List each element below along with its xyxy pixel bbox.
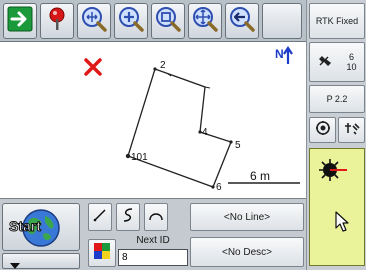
pointer-cursor-icon <box>334 211 350 238</box>
zoom-extents-button[interactable] <box>77 3 111 39</box>
survey-app-window: RTK Fixed 6 10 P 2.2 N 2 4 5 6 101 6 m S… <box>0 0 366 270</box>
line-select-button[interactable]: <No Line> <box>190 203 304 231</box>
line-tool-button[interactable] <box>88 203 112 231</box>
survey-polygon <box>127 68 232 188</box>
description-select-label: <No Desc> <box>221 246 273 258</box>
antenna-button[interactable] <box>338 117 365 143</box>
start-menu-dropdown[interactable] <box>2 253 80 269</box>
top-toolbar <box>0 0 306 42</box>
next-id-field[interactable]: 8 <box>118 249 188 266</box>
point-label-2: 2 <box>160 60 166 71</box>
status-panel: RTK Fixed 6 10 P 2.2 <box>306 0 366 270</box>
level-bubble-icon <box>318 157 348 188</box>
arc-icon <box>148 208 164 227</box>
toolbar-spacer <box>262 3 302 39</box>
point-label-5: 5 <box>235 140 241 151</box>
point-label-6: 6 <box>216 182 222 193</box>
pdop-label: P 2.2 <box>326 94 348 104</box>
satellites-visible: 10 <box>346 62 357 72</box>
pan-icon <box>191 5 219 38</box>
spline-icon <box>121 207 135 228</box>
point-label-101: 101 <box>131 152 148 163</box>
color-code-icon <box>92 241 112 266</box>
north-arrow <box>283 46 293 64</box>
feature-code-button[interactable] <box>88 239 116 267</box>
north-label: N <box>275 47 284 61</box>
pan-button[interactable] <box>188 3 222 39</box>
satellites-button[interactable]: 6 10 <box>309 42 365 82</box>
map-view[interactable]: N 2 4 5 6 101 6 m <box>0 42 306 198</box>
point-label-4: 4 <box>202 127 208 138</box>
globe-settings-button[interactable] <box>309 117 336 143</box>
start-button[interactable]: Start <box>2 203 80 251</box>
next-id-label: Next ID <box>136 235 170 246</box>
zoom-in-icon <box>117 5 145 38</box>
line-select-label: <No Line> <box>223 211 271 223</box>
point-2[interactable] <box>153 67 157 71</box>
previous-view-button[interactable] <box>225 3 259 39</box>
satellite-icon <box>317 54 332 70</box>
point-101[interactable] <box>125 153 131 159</box>
point-5[interactable] <box>229 140 233 144</box>
map-canvas: N 2 4 5 6 101 6 m <box>84 46 300 193</box>
scale-label: 6 m <box>250 169 270 183</box>
spline-tool-button[interactable] <box>116 203 140 231</box>
exit-button[interactable] <box>3 3 37 39</box>
gear-globe-icon <box>315 120 331 141</box>
line-icon <box>93 208 107 227</box>
flag-point-button[interactable] <box>40 3 74 39</box>
description-select-button[interactable]: <No Desc> <box>190 237 304 267</box>
bottom-bar: Start <No Line> Next ID 8 <No Desc> <box>0 198 306 270</box>
zoom-window-button[interactable] <box>151 3 185 39</box>
zoom-window-icon <box>154 5 182 38</box>
zoom-in-button[interactable] <box>114 3 148 39</box>
start-label: Start <box>9 218 42 235</box>
flag-marker-icon <box>44 5 70 38</box>
level-bubble-panel[interactable] <box>309 148 365 266</box>
antenna-icon <box>344 120 360 141</box>
satellites-tracked: 6 <box>348 52 354 62</box>
rtk-status-label: RTK Fixed <box>315 16 359 26</box>
previous-view-icon <box>228 5 256 38</box>
rtk-status-button[interactable]: RTK Fixed <box>309 3 365 39</box>
pdop-button[interactable]: P 2.2 <box>309 85 365 113</box>
arc-tool-button[interactable] <box>144 203 168 231</box>
current-position-marker <box>84 58 102 76</box>
point-6[interactable] <box>211 185 215 189</box>
exit-arrow-icon <box>7 6 33 37</box>
zoom-extents-icon <box>80 5 108 38</box>
chevron-down-icon <box>9 257 21 270</box>
satellite-counts: 6 10 <box>346 52 356 72</box>
